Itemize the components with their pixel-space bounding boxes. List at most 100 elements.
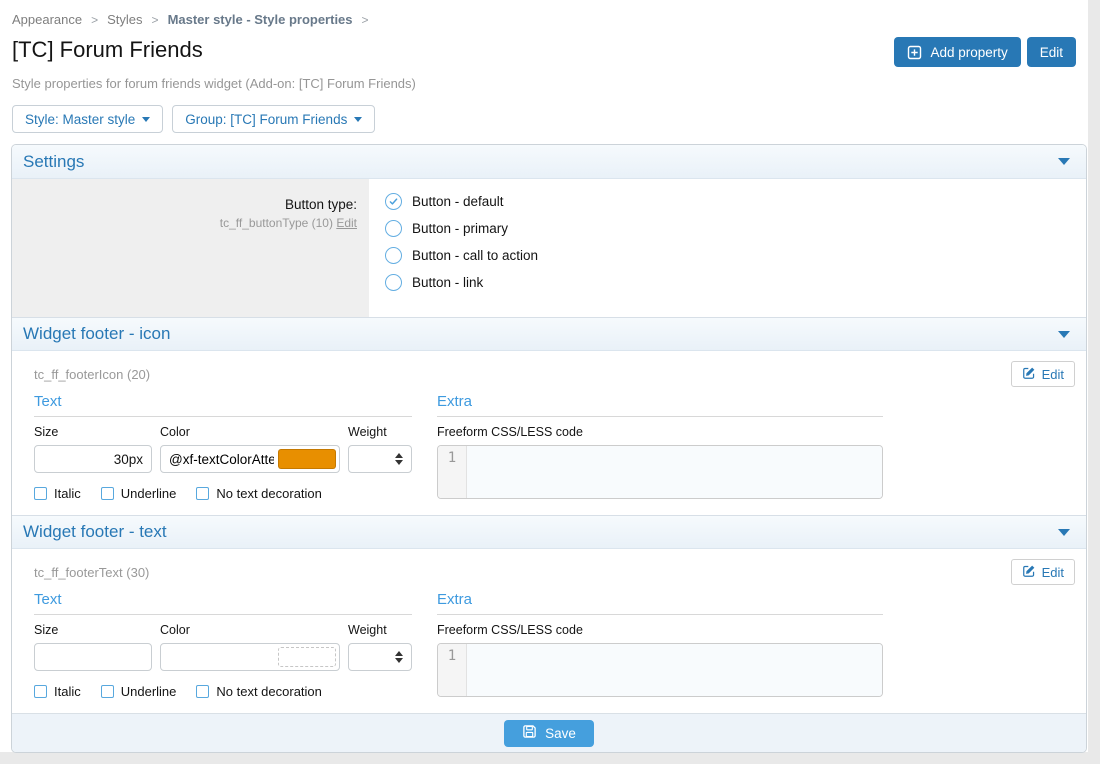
extra-group: Extra Freeform CSS/LESS code 1 bbox=[437, 393, 883, 501]
radio-option-call-to-action[interactable]: Button - call to action bbox=[385, 247, 1070, 264]
color-label: Color bbox=[160, 623, 340, 637]
title-row: [TC] Forum Friends Add property Edit bbox=[12, 35, 1076, 67]
widget-footer-icon-body: tc_ff_footerIcon (20) Edit Text Size bbox=[12, 351, 1086, 515]
freeform-css-label: Freeform CSS/LESS code bbox=[437, 425, 883, 439]
button-type-options: Button - default Button - primary Button… bbox=[369, 179, 1086, 317]
extra-group-heading: Extra bbox=[437, 591, 883, 615]
save-button-label: Save bbox=[545, 726, 576, 741]
checkbox-icon[interactable] bbox=[34, 487, 47, 500]
breadcrumb-appearance[interactable]: Appearance bbox=[12, 12, 82, 27]
property-name: tc_ff_footerText (30) bbox=[23, 559, 149, 580]
page-subtitle: Style properties for forum friends widge… bbox=[12, 76, 1076, 91]
breadcrumb-master-style[interactable]: Master style - Style properties bbox=[168, 12, 353, 27]
radio-icon[interactable] bbox=[385, 274, 402, 291]
size-label: Size bbox=[34, 425, 152, 439]
no-text-decoration-checkbox-item[interactable]: No text decoration bbox=[196, 486, 322, 501]
widget-footer-text-section-header[interactable]: Widget footer - text bbox=[12, 515, 1086, 549]
property-edit-button[interactable]: Edit bbox=[1011, 559, 1075, 585]
checkbox-icon[interactable] bbox=[196, 685, 209, 698]
size-input[interactable] bbox=[34, 445, 152, 473]
weight-select[interactable] bbox=[348, 445, 412, 473]
size-input[interactable] bbox=[34, 643, 152, 671]
color-input-group bbox=[160, 643, 340, 671]
add-property-button[interactable]: Add property bbox=[894, 37, 1020, 67]
radio-option-link[interactable]: Button - link bbox=[385, 274, 1070, 291]
caret-down-icon bbox=[354, 117, 362, 122]
button-type-property-name: tc_ff_buttonType (10) bbox=[220, 216, 333, 230]
breadcrumb-styles[interactable]: Styles bbox=[107, 12, 142, 27]
text-group: Text Size Color bbox=[34, 591, 412, 699]
style-filter-dropdown[interactable]: Style: Master style bbox=[12, 105, 163, 133]
chevron-down-icon[interactable] bbox=[1058, 158, 1070, 165]
property-edit-button[interactable]: Edit bbox=[1011, 361, 1075, 387]
property-meta-row: tc_ff_footerIcon (20) Edit bbox=[23, 361, 1075, 387]
editor-code-area[interactable] bbox=[467, 446, 882, 498]
size-label: Size bbox=[34, 623, 152, 637]
editor-code-area[interactable] bbox=[467, 644, 882, 696]
radio-icon[interactable] bbox=[385, 193, 402, 210]
color-swatch[interactable] bbox=[278, 449, 336, 469]
weight-field: Weight bbox=[348, 623, 412, 671]
text-decoration-checkboxes: Italic Underline No text decoration bbox=[34, 486, 412, 501]
checkbox-icon[interactable] bbox=[101, 685, 114, 698]
text-group: Text Size Color bbox=[34, 393, 412, 501]
group-filter-dropdown[interactable]: Group: [TC] Forum Friends bbox=[172, 105, 375, 133]
checkbox-label: No text decoration bbox=[216, 486, 322, 501]
filter-row: Style: Master style Group: [TC] Forum Fr… bbox=[12, 105, 1076, 133]
css-code-editor[interactable]: 1 bbox=[437, 643, 883, 697]
color-input[interactable] bbox=[161, 447, 278, 471]
property-columns: Text Size Color bbox=[23, 393, 1075, 501]
radio-icon[interactable] bbox=[385, 247, 402, 264]
radio-option-default[interactable]: Button - default bbox=[385, 193, 1070, 210]
size-field: Size bbox=[34, 425, 152, 473]
css-code-editor[interactable]: 1 bbox=[437, 445, 883, 499]
checkbox-icon[interactable] bbox=[196, 487, 209, 500]
radio-label: Button - call to action bbox=[412, 248, 538, 263]
weight-select[interactable] bbox=[348, 643, 412, 671]
style-filter-label: Style: Master style bbox=[25, 112, 135, 127]
edit-button[interactable]: Edit bbox=[1027, 37, 1076, 67]
breadcrumb-separator: > bbox=[91, 13, 98, 27]
no-text-decoration-checkbox-item[interactable]: No text decoration bbox=[196, 684, 322, 699]
italic-checkbox-item[interactable]: Italic bbox=[34, 684, 81, 699]
checkbox-label: No text decoration bbox=[216, 684, 322, 699]
button-type-label-cell: Button type: tc_ff_buttonType (10) Edit bbox=[12, 179, 369, 317]
button-type-meta: tc_ff_buttonType (10) Edit bbox=[24, 216, 357, 230]
checkbox-label: Italic bbox=[54, 486, 81, 501]
radio-option-primary[interactable]: Button - primary bbox=[385, 220, 1070, 237]
weight-label: Weight bbox=[348, 425, 412, 439]
add-property-label: Add property bbox=[930, 45, 1007, 60]
color-input[interactable] bbox=[161, 645, 278, 669]
text-group-heading: Text bbox=[34, 393, 412, 417]
button-type-edit-link[interactable]: Edit bbox=[336, 216, 357, 230]
editor-gutter: 1 bbox=[438, 446, 467, 498]
save-button[interactable]: Save bbox=[504, 720, 594, 747]
header-buttons: Add property Edit bbox=[894, 37, 1076, 67]
editor-gutter: 1 bbox=[438, 644, 467, 696]
widget-footer-icon-section-header[interactable]: Widget footer - icon bbox=[12, 317, 1086, 351]
italic-checkbox-item[interactable]: Italic bbox=[34, 486, 81, 501]
settings-section-header[interactable]: Settings bbox=[12, 145, 1086, 179]
breadcrumb-separator: > bbox=[152, 13, 159, 27]
button-type-label: Button type: bbox=[24, 197, 357, 212]
widget-footer-icon-title: Widget footer - icon bbox=[23, 324, 170, 344]
chevron-down-icon[interactable] bbox=[1058, 529, 1070, 536]
underline-checkbox-item[interactable]: Underline bbox=[101, 486, 177, 501]
underline-checkbox-item[interactable]: Underline bbox=[101, 684, 177, 699]
widget-footer-text-body: tc_ff_footerText (30) Edit Text Size bbox=[12, 549, 1086, 713]
form-footer: Save bbox=[12, 713, 1086, 752]
text-fields: Size Color Weight bbox=[34, 623, 412, 671]
chevron-down-icon[interactable] bbox=[1058, 331, 1070, 338]
checkbox-label: Italic bbox=[54, 684, 81, 699]
edit-button-label: Edit bbox=[1040, 45, 1063, 60]
pencil-square-icon bbox=[1022, 564, 1036, 581]
text-fields: Size Color Weight bbox=[34, 425, 412, 473]
property-edit-label: Edit bbox=[1042, 565, 1064, 580]
checkbox-icon[interactable] bbox=[101, 487, 114, 500]
color-swatch[interactable] bbox=[278, 647, 336, 667]
radio-icon[interactable] bbox=[385, 220, 402, 237]
pencil-square-icon bbox=[1022, 366, 1036, 383]
breadcrumb-separator: > bbox=[362, 13, 369, 27]
checkbox-icon[interactable] bbox=[34, 685, 47, 698]
radio-label: Button - default bbox=[412, 194, 504, 209]
